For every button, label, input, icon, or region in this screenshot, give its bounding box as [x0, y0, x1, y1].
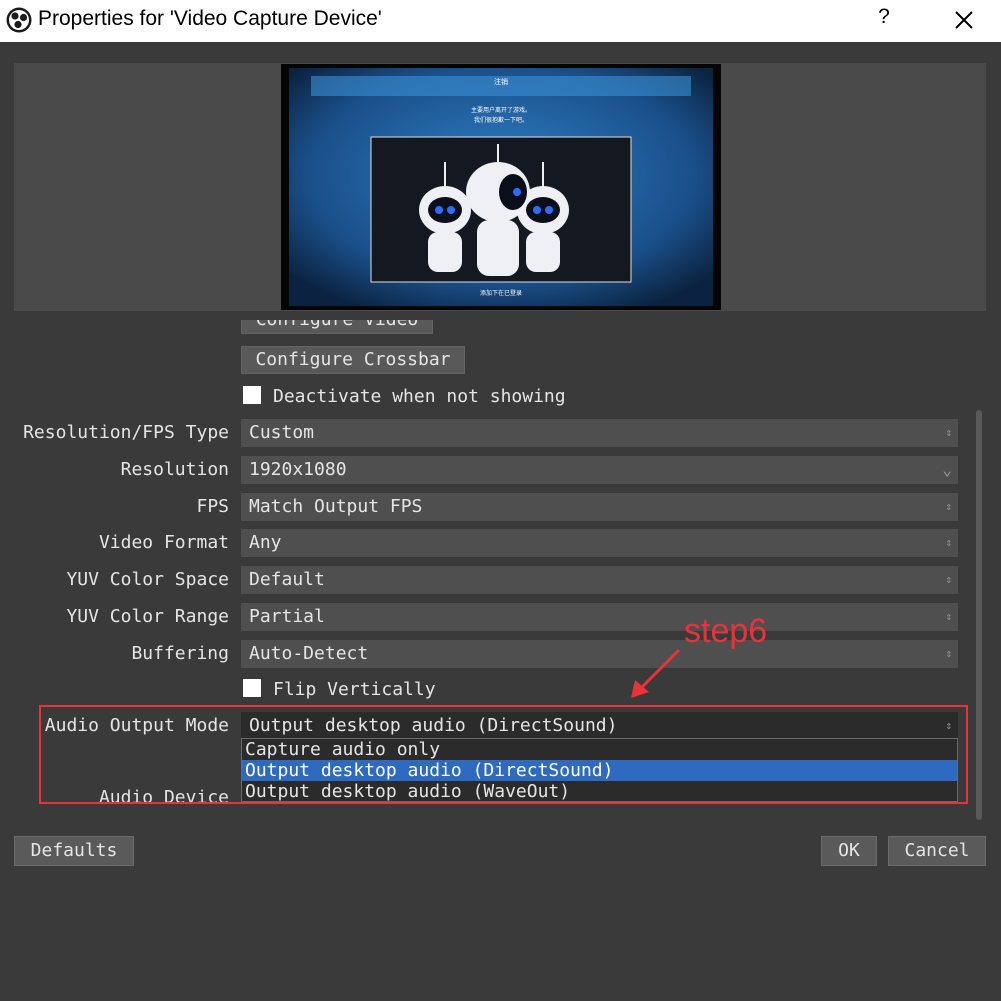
preview-footer: 添加下在已登录 [479, 290, 522, 297]
setting-select[interactable]: 1920x1080 ⌄ [241, 456, 958, 484]
defaults-button[interactable]: Defaults [14, 836, 134, 866]
video-preview: 注销 主要用户离开了游戏。 我们很抱歉一下吧。 添加下在已登录 [281, 64, 721, 310]
setting-value: Any [249, 532, 282, 553]
annotation-arrow-icon [631, 648, 681, 698]
deactivate-checkbox[interactable] [243, 386, 261, 404]
updown-arrow-icon: ⇕ [945, 610, 952, 623]
cancel-button[interactable]: Cancel [888, 836, 986, 866]
setting-label: Video Format [98, 532, 229, 553]
updown-arrow-icon: ⇕ [945, 500, 952, 513]
updown-arrow-icon: ⇕ [945, 426, 952, 439]
setting-value: Partial [249, 606, 325, 627]
setting-select[interactable]: Partial ⇕ [241, 603, 958, 631]
obs-logo-icon [6, 7, 32, 33]
step-annotation: step6 [684, 612, 768, 650]
chevron-down-icon: ⌄ [942, 460, 952, 479]
setting-label: Buffering [131, 643, 229, 664]
setting-select[interactable]: Any ⇕ [241, 529, 958, 557]
setting-value: Default [249, 569, 325, 590]
setting-value: Match Output FPS [249, 496, 423, 517]
setting-select[interactable]: Custom ⇕ [241, 419, 958, 447]
configure-crossbar-button[interactable]: Configure Crossbar [241, 346, 465, 374]
help-button[interactable]: ? [872, 5, 896, 33]
preview-area: 注销 主要用户离开了游戏。 我们很抱歉一下吧。 添加下在已登录 [14, 63, 986, 311]
updown-arrow-icon: ⇕ [945, 536, 952, 549]
ok-button[interactable]: OK [821, 836, 877, 866]
highlight-box [39, 705, 968, 804]
preview-image [289, 68, 713, 306]
setting-value: Custom [249, 422, 315, 443]
setting-label: Resolution [120, 459, 229, 480]
setting-label: YUV Color Range [66, 606, 229, 627]
setting-select[interactable]: Auto-Detect ⇕ [241, 640, 958, 668]
updown-arrow-icon: ⇕ [945, 573, 952, 586]
window-title: Properties for 'Video Capture Device' [38, 7, 382, 30]
setting-label: FPS [196, 496, 229, 517]
title-bar: Properties for 'Video Capture Device' ? [0, 0, 1001, 42]
updown-arrow-icon: ⇕ [945, 647, 952, 660]
preview-title: 注销 [494, 78, 508, 86]
close-icon[interactable] [952, 8, 976, 32]
preview-message-1: 主要用户离开了游戏。 [470, 107, 531, 114]
setting-label: YUV Color Space [66, 569, 229, 590]
flip-vertically-label: Flip Vertically [273, 679, 436, 700]
setting-select[interactable]: Default ⇕ [241, 566, 958, 594]
setting-select[interactable]: Match Output FPS ⇕ [241, 493, 958, 521]
flip-vertically-checkbox[interactable] [243, 679, 261, 697]
deactivate-label: Deactivate when not showing [273, 386, 566, 407]
scrollbar-thumb[interactable] [976, 410, 982, 820]
preview-message-2: 我们很抱歉一下吧。 [473, 117, 528, 124]
setting-value: 1920x1080 [249, 459, 347, 480]
setting-label: Resolution/FPS Type [23, 422, 229, 443]
setting-value: Auto-Detect [249, 643, 369, 664]
